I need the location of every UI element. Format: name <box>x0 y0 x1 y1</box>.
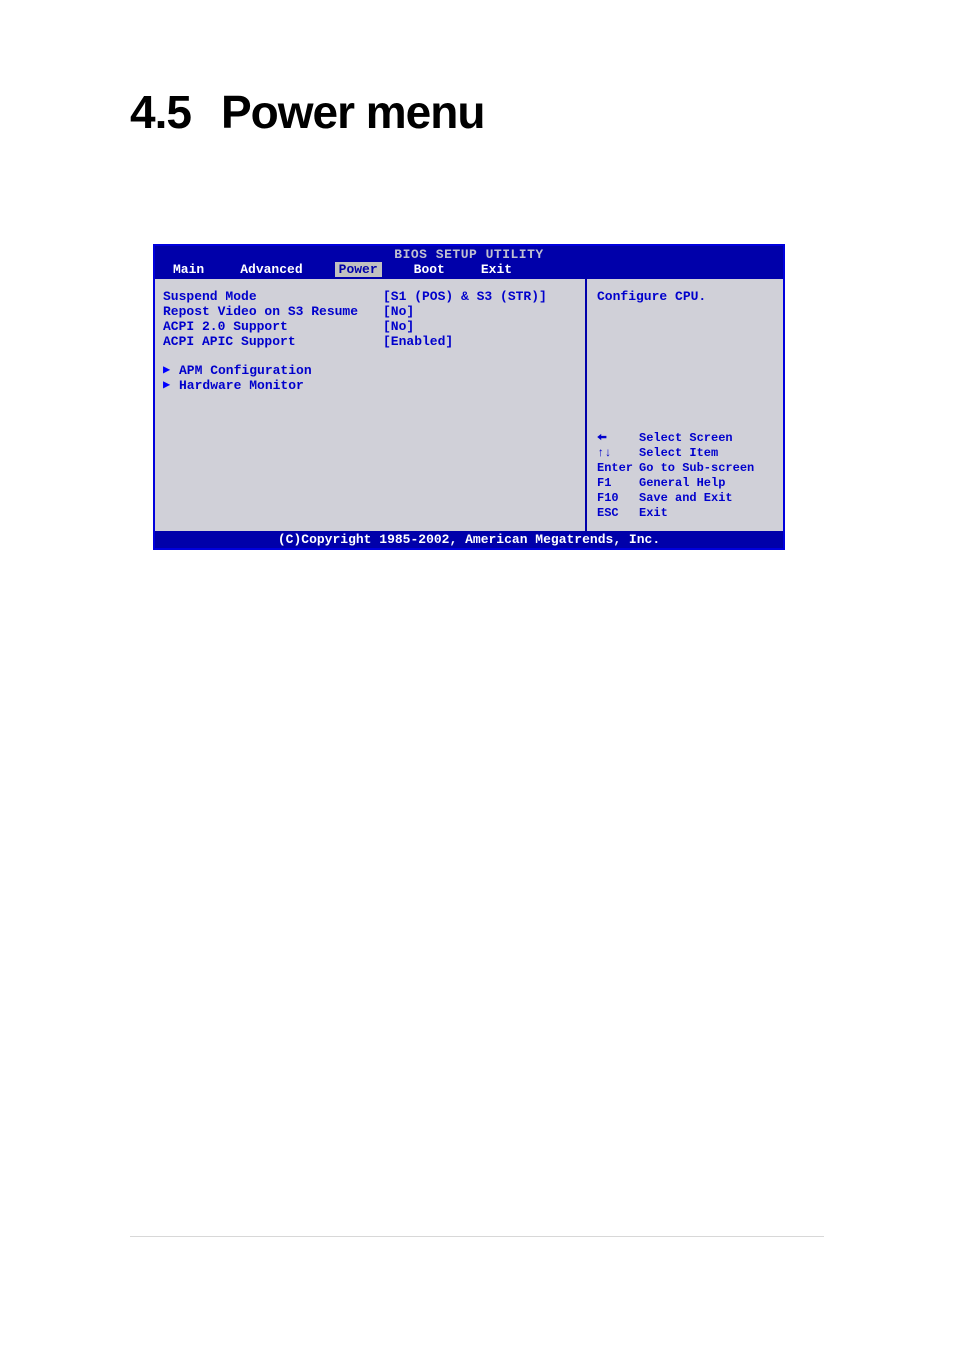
bios-screen: BIOS SETUP UTILITY Main Advanced Power B… <box>153 244 785 550</box>
key-action: Save and Exit <box>639 491 733 506</box>
help-text: Configure CPU. <box>597 289 773 304</box>
key-action: Exit <box>639 506 668 521</box>
setting-acpi-apic[interactable]: ACPI APIC Support [Enabled] <box>163 334 577 349</box>
key-action: Select Item <box>639 446 718 461</box>
submenu-label: Hardware Monitor <box>179 378 304 393</box>
key-action: General Help <box>639 476 725 491</box>
key-label: ESC <box>597 506 639 521</box>
key-action: Go to Sub-screen <box>639 461 754 476</box>
setting-value: [No] <box>383 304 577 319</box>
key-label: Enter <box>597 461 639 476</box>
setting-label: ACPI 2.0 Support <box>163 319 383 334</box>
key-action: Select Screen <box>639 431 733 446</box>
heading-title: Power menu <box>221 86 485 138</box>
bios-title: BIOS SETUP UTILITY <box>394 247 543 262</box>
key-help-row: F1 General Help <box>597 476 773 491</box>
setting-suspend-mode[interactable]: Suspend Mode [S1 (POS) & S3 (STR)] <box>163 289 577 304</box>
page-divider <box>130 1236 824 1237</box>
page-heading: 4.5 Power menu <box>130 85 484 139</box>
setting-label: Repost Video on S3 Resume <box>163 304 383 319</box>
tab-boot[interactable]: Boot <box>410 262 449 277</box>
tab-main[interactable]: Main <box>169 262 208 277</box>
key-help-row: ESC Exit <box>597 506 773 521</box>
submenu-hardware-monitor[interactable]: ▶ Hardware Monitor <box>163 378 577 393</box>
bios-header: BIOS SETUP UTILITY <box>155 246 783 262</box>
setting-repost-video[interactable]: Repost Video on S3 Resume [No] <box>163 304 577 319</box>
bios-footer: (C)Copyright 1985-2002, American Megatre… <box>155 531 783 548</box>
bios-help-panel: Configure CPU. 🠨 Select Screen ↑↓ Select… <box>587 279 783 531</box>
key-help-list: 🠨 Select Screen ↑↓ Select Item Enter Go … <box>597 431 773 521</box>
setting-label: Suspend Mode <box>163 289 383 304</box>
setting-label: ACPI APIC Support <box>163 334 383 349</box>
bios-settings-panel: Suspend Mode [S1 (POS) & S3 (STR)] Repos… <box>155 279 587 531</box>
setting-value: [Enabled] <box>383 334 577 349</box>
tab-power[interactable]: Power <box>335 262 382 277</box>
key-help-row: F10 Save and Exit <box>597 491 773 506</box>
tab-exit[interactable]: Exit <box>477 262 516 277</box>
submenu-arrow-icon: ▶ <box>163 378 179 393</box>
setting-acpi-2-0[interactable]: ACPI 2.0 Support [No] <box>163 319 577 334</box>
submenu-label: APM Configuration <box>179 363 312 378</box>
bios-body: Suspend Mode [S1 (POS) & S3 (STR)] Repos… <box>155 279 783 531</box>
key-label: F10 <box>597 491 639 506</box>
key-help-row: Enter Go to Sub-screen <box>597 461 773 476</box>
submenu-apm-config[interactable]: ▶ APM Configuration <box>163 363 577 378</box>
heading-number: 4.5 <box>130 85 191 139</box>
tab-advanced[interactable]: Advanced <box>236 262 306 277</box>
bios-tabs: Main Advanced Power Boot Exit <box>155 262 783 279</box>
setting-value: [No] <box>383 319 577 334</box>
arrow-left-icon: 🠨 <box>597 431 639 446</box>
key-label: F1 <box>597 476 639 491</box>
key-help-row: 🠨 Select Screen <box>597 431 773 446</box>
arrow-updown-icon: ↑↓ <box>597 446 639 461</box>
key-help-row: ↑↓ Select Item <box>597 446 773 461</box>
submenu-arrow-icon: ▶ <box>163 363 179 378</box>
setting-value: [S1 (POS) & S3 (STR)] <box>383 289 577 304</box>
